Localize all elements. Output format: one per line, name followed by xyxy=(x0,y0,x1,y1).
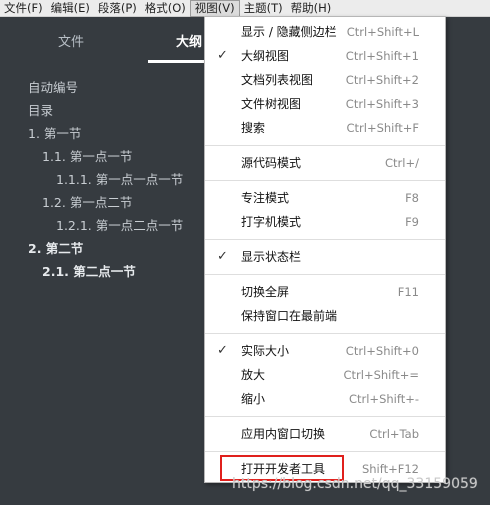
outline-item[interactable]: 1.2.1. 第一点二点一节 xyxy=(56,218,183,234)
menu-item-label: 打字机模式 xyxy=(241,215,302,229)
watermark-text: https://blog.csdn.net/qq_33159059 xyxy=(232,476,478,492)
menu-bar: 文件(F) 编辑(E) 段落(P) 格式(O) 视图(V) 主题(T) 帮助(H… xyxy=(0,0,490,17)
tab-files[interactable]: 文件 xyxy=(58,31,84,50)
menu-item-fullscreen[interactable]: 切换全屏 F11 xyxy=(205,281,445,303)
tab-outline[interactable]: 大纲 xyxy=(176,31,202,50)
check-icon: ✓ xyxy=(217,343,228,358)
menu-edit[interactable]: 编辑(E) xyxy=(47,0,94,17)
menu-separator xyxy=(205,274,445,275)
menu-item-label: 放大 xyxy=(241,368,266,382)
menu-item-search[interactable]: 搜索 Ctrl+Shift+F xyxy=(205,117,445,139)
menu-item-typewriter-mode[interactable]: 打字机模式 F9 xyxy=(205,211,445,233)
view-menu-dropdown: 显示 / 隐藏侧边栏 Ctrl+Shift+L ✓ 大纲视图 Ctrl+Shif… xyxy=(204,16,446,483)
active-tab-indicator xyxy=(148,60,210,63)
menu-separator xyxy=(205,333,445,334)
menu-separator xyxy=(205,145,445,146)
menu-item-shortcut: F11 xyxy=(397,285,419,299)
menu-item-label: 应用内窗口切换 xyxy=(241,427,326,441)
menu-item-shortcut: F9 xyxy=(405,215,419,229)
menu-item-shortcut: F8 xyxy=(405,191,419,205)
menu-help[interactable]: 帮助(H) xyxy=(287,0,336,17)
menu-item-label: 显示 / 隐藏侧边栏 xyxy=(241,25,337,39)
menu-item-shortcut: Ctrl+Shift+= xyxy=(343,368,419,382)
menu-item-focus-mode[interactable]: 专注模式 F8 xyxy=(205,187,445,209)
menu-item-label: 文档列表视图 xyxy=(241,73,314,87)
menu-separator xyxy=(205,416,445,417)
menu-item-shortcut: Ctrl+/ xyxy=(385,156,419,170)
menu-item-label: 保持窗口在最前端 xyxy=(241,309,338,323)
menu-item-shortcut: Ctrl+Tab xyxy=(369,427,419,441)
menu-item-shortcut: Ctrl+Shift+0 xyxy=(345,344,419,358)
menu-item-label: 切换全屏 xyxy=(241,285,290,299)
outline-item[interactable]: 目录 xyxy=(28,103,53,119)
menu-item-shortcut: Ctrl+Shift+1 xyxy=(345,49,419,63)
menu-item-label: 搜索 xyxy=(241,121,266,135)
menu-item-label: 显示状态栏 xyxy=(241,250,302,264)
menu-item-label: 源代码模式 xyxy=(241,156,302,170)
menu-format[interactable]: 格式(O) xyxy=(141,0,190,17)
menu-item-shortcut: Ctrl+Shift+2 xyxy=(345,73,419,87)
menu-item-status-bar[interactable]: ✓ 显示状态栏 xyxy=(205,246,445,268)
menu-item-doc-list-view[interactable]: 文档列表视图 Ctrl+Shift+2 xyxy=(205,69,445,91)
menu-theme[interactable]: 主题(T) xyxy=(240,0,287,17)
menu-item-label: 缩小 xyxy=(241,392,266,406)
outline-item[interactable]: 2. 第二节 xyxy=(28,241,83,257)
menu-item-outline-view[interactable]: ✓ 大纲视图 Ctrl+Shift+1 xyxy=(205,45,445,67)
menu-item-label: 大纲视图 xyxy=(241,49,290,63)
menu-item-label: 专注模式 xyxy=(241,191,290,205)
menu-item-toggle-sidebar[interactable]: 显示 / 隐藏侧边栏 Ctrl+Shift+L xyxy=(205,21,445,43)
menu-file[interactable]: 文件(F) xyxy=(0,0,47,17)
menu-item-shortcut: Ctrl+Shift+L xyxy=(346,25,419,39)
menu-item-actual-size[interactable]: ✓ 实际大小 Ctrl+Shift+0 xyxy=(205,340,445,362)
menu-item-zoom-out[interactable]: 缩小 Ctrl+Shift+- xyxy=(205,388,445,410)
menu-item-shortcut: Ctrl+Shift+- xyxy=(348,392,419,406)
outline-item[interactable]: 1.2. 第一点二节 xyxy=(42,195,132,211)
menu-paragraph[interactable]: 段落(P) xyxy=(94,0,141,17)
menu-item-label: 文件树视图 xyxy=(241,97,302,111)
menu-separator xyxy=(205,239,445,240)
outline-item[interactable]: 1. 第一节 xyxy=(28,126,81,142)
menu-item-source-mode[interactable]: 源代码模式 Ctrl+/ xyxy=(205,152,445,174)
menu-separator xyxy=(205,180,445,181)
menu-item-file-tree-view[interactable]: 文件树视图 Ctrl+Shift+3 xyxy=(205,93,445,115)
menu-item-label: 实际大小 xyxy=(241,344,290,358)
outline-item[interactable]: 2.1. 第二点一节 xyxy=(42,264,136,280)
menu-item-window-switch[interactable]: 应用内窗口切换 Ctrl+Tab xyxy=(205,423,445,445)
check-icon: ✓ xyxy=(217,48,228,63)
outline-item[interactable]: 自动编号 xyxy=(28,80,78,96)
menu-view[interactable]: 视图(V) xyxy=(189,0,240,17)
menu-item-shortcut: Ctrl+Shift+F xyxy=(346,121,420,135)
menu-separator xyxy=(205,451,445,452)
sidebar-tabs: 文件 大纲 xyxy=(0,17,210,63)
check-icon: ✓ xyxy=(217,249,228,264)
outline-item[interactable]: 1.1.1. 第一点一点一节 xyxy=(56,172,183,188)
menu-item-always-on-top[interactable]: 保持窗口在最前端 xyxy=(205,305,445,327)
menu-item-zoom-in[interactable]: 放大 Ctrl+Shift+= xyxy=(205,364,445,386)
menu-item-shortcut: Ctrl+Shift+3 xyxy=(345,97,419,111)
outline-item[interactable]: 1.1. 第一点一节 xyxy=(42,149,132,165)
